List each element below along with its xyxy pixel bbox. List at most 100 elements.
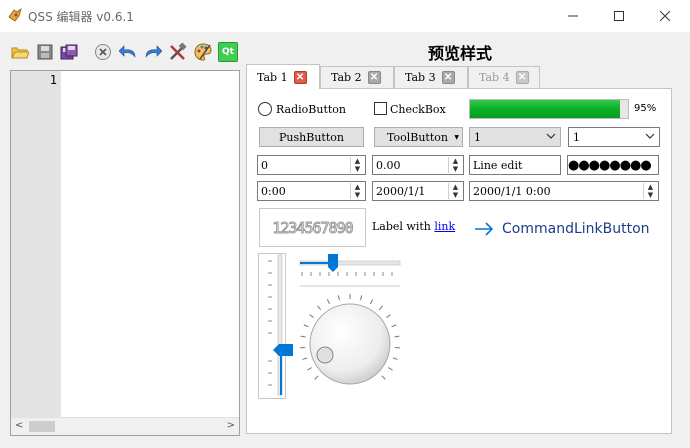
dial[interactable] <box>298 292 402 396</box>
code-editor[interactable]: 1 < > <box>10 70 240 436</box>
palette-icon <box>194 43 212 61</box>
horizontal-scrollbar[interactable]: < > <box>11 417 239 435</box>
close-icon[interactable]: ✕ <box>367 71 381 84</box>
preview-title: 预览样式 <box>427 44 492 63</box>
combo-box-2[interactable]: 1 <box>568 127 660 147</box>
label-prefix: Label with <box>372 220 435 233</box>
palette-button[interactable] <box>193 42 213 62</box>
qt-icon: Qt <box>222 47 234 57</box>
close-button[interactable] <box>642 0 688 32</box>
command-link-label: CommandLinkButton <box>502 221 650 237</box>
time-edit[interactable]: 0:00 ▲ ▼ <box>257 181 366 201</box>
scrollbar-thumb[interactable] <box>29 421 55 432</box>
close-icon[interactable]: ✕ <box>441 71 455 84</box>
combo-box-1[interactable]: 1 <box>469 127 561 147</box>
spin-up-icon[interactable]: ▲ <box>449 157 462 165</box>
spin-up-icon[interactable]: ▲ <box>351 183 364 191</box>
save-as-button[interactable] <box>59 42 79 62</box>
spin-buttons[interactable]: ▲ ▼ <box>448 157 462 173</box>
spin-down-icon[interactable]: ▼ <box>449 165 462 173</box>
dial-tick <box>303 324 309 328</box>
command-link-button[interactable]: CommandLinkButton <box>474 217 650 241</box>
spin-buttons[interactable]: ▲ ▼ <box>448 183 462 199</box>
label-link[interactable]: link <box>434 220 455 233</box>
radio-label: RadioButton <box>276 103 346 116</box>
spin-up-icon[interactable]: ▲ <box>449 183 462 191</box>
clear-button[interactable] <box>93 42 113 62</box>
lcd-number: 1234567890 <box>259 208 366 247</box>
spin-buttons[interactable]: ▲ ▼ <box>350 183 364 199</box>
date-edit[interactable]: 2000/1/1 ▲ ▼ <box>372 181 464 201</box>
spin-box[interactable]: 0 ▲ ▼ <box>257 155 366 175</box>
tab-label: Tab 1 <box>257 70 288 84</box>
dropdown-arrow-icon: ▼ <box>454 134 459 141</box>
combo-value: 1 <box>474 130 481 144</box>
tool-button[interactable]: ToolButton ▼ <box>374 127 463 147</box>
maximize-button[interactable] <box>596 0 642 32</box>
save-as-icon <box>60 44 78 60</box>
open-folder-icon <box>11 47 29 59</box>
title-bar: QSS 编辑器 v0.6.1 <box>0 0 690 32</box>
spin-down-icon[interactable]: ▼ <box>449 191 462 199</box>
spin-down-icon[interactable]: ▼ <box>644 191 657 199</box>
spin-up-icon[interactable]: ▲ <box>644 183 657 191</box>
undo-button[interactable] <box>118 42 138 62</box>
spin-buttons[interactable]: ▲ ▼ <box>643 183 657 199</box>
tab-1[interactable]: Tab 1 ✕ <box>246 64 320 89</box>
radio-button[interactable] <box>258 102 272 116</box>
datetime-edit[interactable]: 2000/1/1 0:00 ▲ ▼ <box>469 181 659 201</box>
progress-text: 95% <box>634 103 657 114</box>
dial-tick <box>337 295 340 301</box>
line-number-gutter: 1 <box>11 71 61 417</box>
line-number: 1 <box>49 73 57 87</box>
double-spin-box[interactable]: 0.00 ▲ ▼ <box>372 155 464 175</box>
dial-tick <box>360 295 363 301</box>
scroll-left-icon[interactable]: < <box>15 420 23 431</box>
redo-button[interactable] <box>143 42 163 62</box>
minimize-icon <box>568 15 578 17</box>
spin-down-icon[interactable]: ▼ <box>351 165 364 173</box>
dial-tick <box>386 314 391 318</box>
tools-button[interactable] <box>168 42 188 62</box>
dial-tick <box>300 335 306 338</box>
tab-3[interactable]: Tab 3 ✕ <box>394 66 468 88</box>
tab-2[interactable]: Tab 2 ✕ <box>320 66 394 88</box>
vertical-slider[interactable] <box>258 253 288 399</box>
tab-4: Tab 4 ✕ <box>468 66 540 88</box>
combo-value: 1 <box>573 130 580 144</box>
dial-tick <box>394 335 400 338</box>
horizontal-slider-handle[interactable] <box>327 253 339 273</box>
spin-buttons[interactable]: ▲ ▼ <box>350 157 364 173</box>
dial-tick <box>309 314 314 318</box>
save-icon <box>37 44 53 60</box>
clear-icon <box>95 44 111 60</box>
window-title: QSS 编辑器 v0.6.1 <box>28 10 134 24</box>
vertical-slider-handle[interactable] <box>272 343 294 357</box>
open-button[interactable] <box>10 42 30 62</box>
save-button[interactable] <box>35 42 55 62</box>
dial-tick <box>369 299 374 305</box>
dial-tick <box>381 375 386 380</box>
dial-tick <box>302 357 308 360</box>
spin-down-icon[interactable]: ▼ <box>351 191 364 199</box>
checkbox[interactable] <box>374 102 387 115</box>
undo-icon <box>119 45 136 58</box>
spin-value: 0 <box>261 158 268 172</box>
horizontal-slider[interactable] <box>298 252 402 290</box>
arrow-right-icon <box>475 222 494 236</box>
scroll-right-icon[interactable]: > <box>227 420 235 431</box>
password-field[interactable]: ●●●●●●●● <box>567 155 659 175</box>
dial-tick <box>307 367 312 371</box>
dial-tick <box>391 324 397 328</box>
tools-icon <box>170 43 187 60</box>
label-text: Label with link <box>372 220 455 233</box>
chevron-down-icon <box>546 133 556 139</box>
minimize-button[interactable] <box>550 0 596 32</box>
about-qt-button[interactable]: Qt <box>218 42 238 62</box>
spin-up-icon[interactable]: ▲ <box>351 157 364 165</box>
dial-tick <box>326 299 331 305</box>
push-button[interactable]: PushButton <box>259 127 364 147</box>
line-edit[interactable]: Line edit <box>469 155 561 175</box>
time-value: 0:00 <box>261 184 286 198</box>
close-icon[interactable]: ✕ <box>293 70 307 84</box>
